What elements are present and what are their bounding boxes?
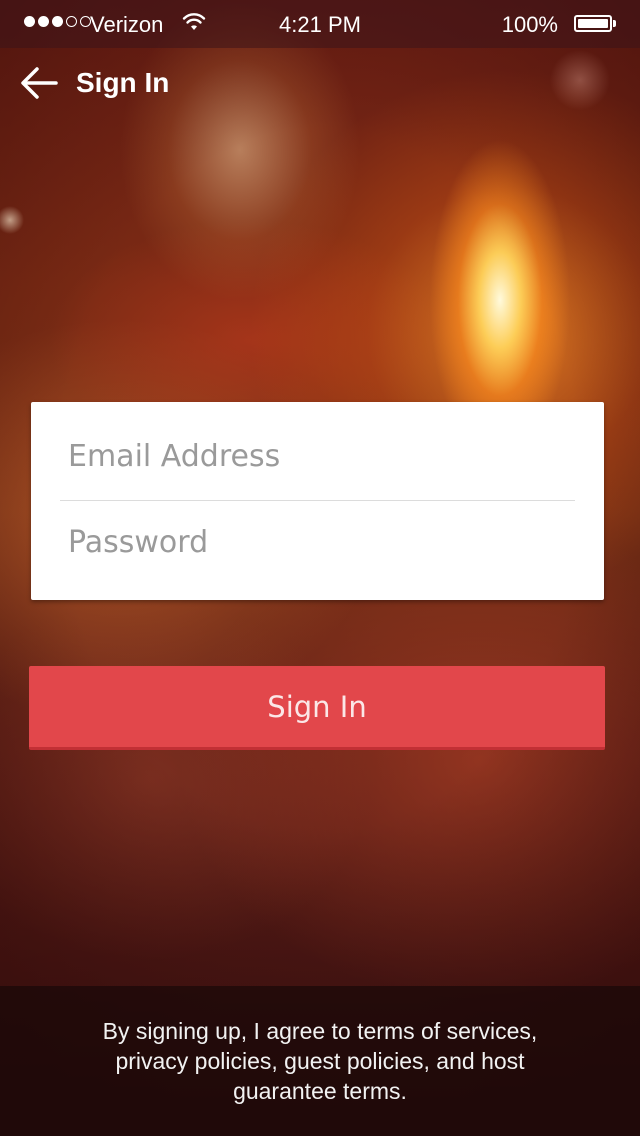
email-field-row	[60, 408, 575, 504]
status-bar: Verizon 4:21 PM 100%	[0, 0, 640, 48]
arrow-left-icon[interactable]	[20, 66, 58, 100]
password-field[interactable]	[60, 524, 575, 560]
battery-level	[578, 19, 608, 28]
terms-text: By signing up, I agree to terms of servi…	[102, 1018, 538, 1104]
login-form	[31, 402, 604, 600]
battery-icon	[574, 15, 612, 32]
battery-cap	[613, 20, 616, 27]
sign-in-button[interactable]: Sign In	[29, 666, 605, 750]
password-field-row	[60, 494, 575, 590]
battery-percentage: 100%	[501, 12, 558, 37]
footer: By signing up, I agree to terms of servi…	[0, 986, 640, 1136]
sign-in-screen: Verizon 4:21 PM 100% Sign In Email Addre…	[0, 0, 640, 1136]
page-title: Sign In	[76, 67, 170, 98]
nav-header: Sign In	[20, 62, 169, 104]
email-field[interactable]	[60, 438, 575, 474]
